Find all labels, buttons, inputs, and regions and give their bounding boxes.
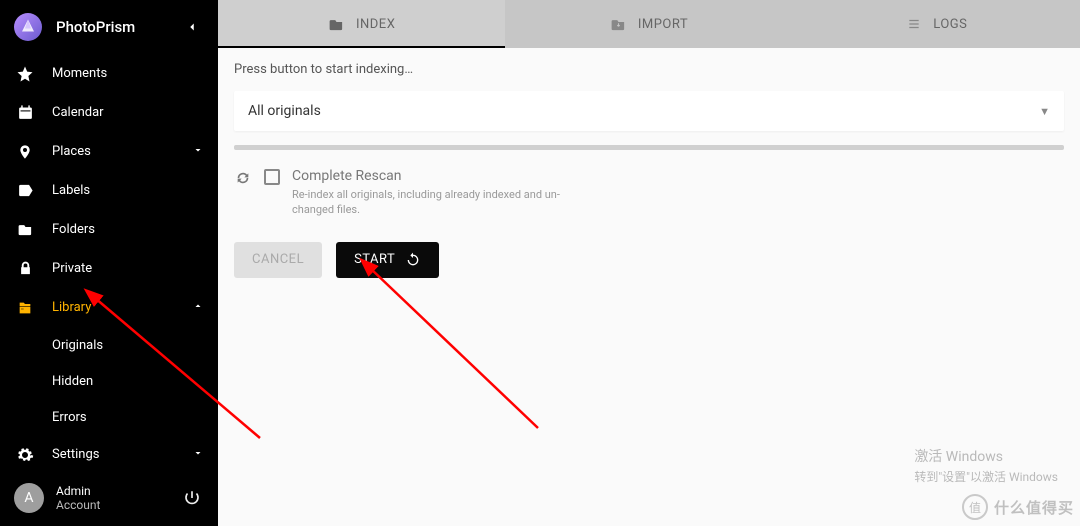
select-value: All originals (248, 103, 321, 119)
import-icon (610, 15, 628, 33)
sidebar-item-settings[interactable]: Settings (0, 435, 218, 470)
avatar: A (14, 483, 44, 513)
caret-down-icon: ▼ (1039, 105, 1050, 118)
sidebar-subitem-hidden[interactable]: Hidden (52, 363, 218, 399)
star-icon (14, 63, 36, 85)
rescan-checkbox[interactable] (264, 169, 280, 185)
chevron-up-icon (192, 300, 204, 316)
lock-icon (14, 258, 36, 280)
rescan-description: Re-index all originals, including alread… (292, 188, 560, 218)
smzdm-watermark: 值 什么值得买 (962, 494, 1074, 520)
folder-icon (14, 219, 36, 241)
tab-index[interactable]: INDEX (218, 0, 505, 48)
windows-activation-watermark: 激活 Windows 转到"设置"以激活 Windows (914, 447, 1058, 486)
logs-icon (905, 15, 923, 33)
power-icon (183, 489, 201, 507)
tag-icon (14, 180, 36, 202)
sidebar-header: PhotoPrism (0, 0, 218, 54)
account-name: Admin (56, 484, 180, 498)
app-title: PhotoPrism (56, 18, 180, 36)
chevron-down-icon (192, 144, 204, 160)
tabs: INDEX IMPORT LOGS (218, 0, 1080, 48)
tab-logs[interactable]: LOGS (793, 0, 1080, 48)
rescan-row: Complete Rescan Re-index all originals, … (234, 168, 1064, 218)
gear-icon (14, 444, 36, 466)
sidebar-item-places[interactable]: Places (0, 132, 218, 171)
main: INDEX IMPORT LOGS Press button to start … (218, 0, 1080, 526)
tab-import[interactable]: IMPORT (505, 0, 792, 48)
app-logo (14, 13, 42, 41)
sidebar-item-label: Settings (52, 447, 192, 462)
refresh-icon (405, 252, 421, 268)
progress-bar (234, 145, 1064, 150)
sidebar-subitem-errors[interactable]: Errors (52, 399, 218, 435)
sidebar-item-moments[interactable]: Moments (0, 54, 218, 93)
location-icon (14, 141, 36, 163)
sidebar-item-label: Places (52, 144, 192, 159)
tab-label: LOGS (933, 17, 967, 32)
folder-select[interactable]: All originals ▼ (234, 91, 1064, 131)
index-content: Press button to start indexing… All orig… (218, 48, 1080, 526)
start-button[interactable]: START (336, 242, 439, 278)
sidebar-collapse-button[interactable] (180, 15, 204, 39)
sidebar-item-private[interactable]: Private (0, 249, 218, 288)
sidebar-item-labels[interactable]: Labels (0, 171, 218, 210)
sidebar-library-sub: Originals Hidden Errors (0, 327, 218, 435)
cancel-button[interactable]: CANCEL (234, 242, 322, 278)
sidebar-item-label: Moments (52, 66, 204, 81)
tab-label: INDEX (356, 17, 395, 32)
index-hint: Press button to start indexing… (234, 62, 1064, 77)
annotation-arrow-2 (358, 258, 548, 438)
account-texts: Admin Account (56, 484, 180, 513)
sidebar: PhotoPrism Moments Calendar Places Label (0, 0, 218, 526)
sidebar-item-calendar[interactable]: Calendar (0, 93, 218, 132)
folder-icon (328, 15, 346, 33)
account-row[interactable]: A Admin Account (0, 470, 218, 526)
sidebar-item-label: Labels (52, 183, 204, 198)
sidebar-item-library[interactable]: Library (0, 288, 218, 327)
sidebar-item-label: Library (52, 300, 192, 315)
sidebar-nav: Moments Calendar Places Labels Folders (0, 54, 218, 470)
chevron-left-icon (185, 20, 199, 34)
chevron-down-icon (192, 447, 204, 463)
sidebar-item-label: Calendar (52, 105, 204, 120)
tab-label: IMPORT (638, 17, 688, 32)
sidebar-subitem-originals[interactable]: Originals (52, 327, 218, 363)
sidebar-item-label: Folders (52, 222, 204, 237)
library-icon (14, 297, 36, 319)
logout-button[interactable] (180, 486, 204, 510)
sync-icon (234, 169, 252, 187)
rescan-title: Complete Rescan (292, 168, 560, 184)
button-row: CANCEL START (234, 242, 1064, 278)
account-role: Account (56, 498, 180, 512)
calendar-icon (14, 102, 36, 124)
sidebar-item-label: Private (52, 261, 204, 276)
sidebar-item-folders[interactable]: Folders (0, 210, 218, 249)
